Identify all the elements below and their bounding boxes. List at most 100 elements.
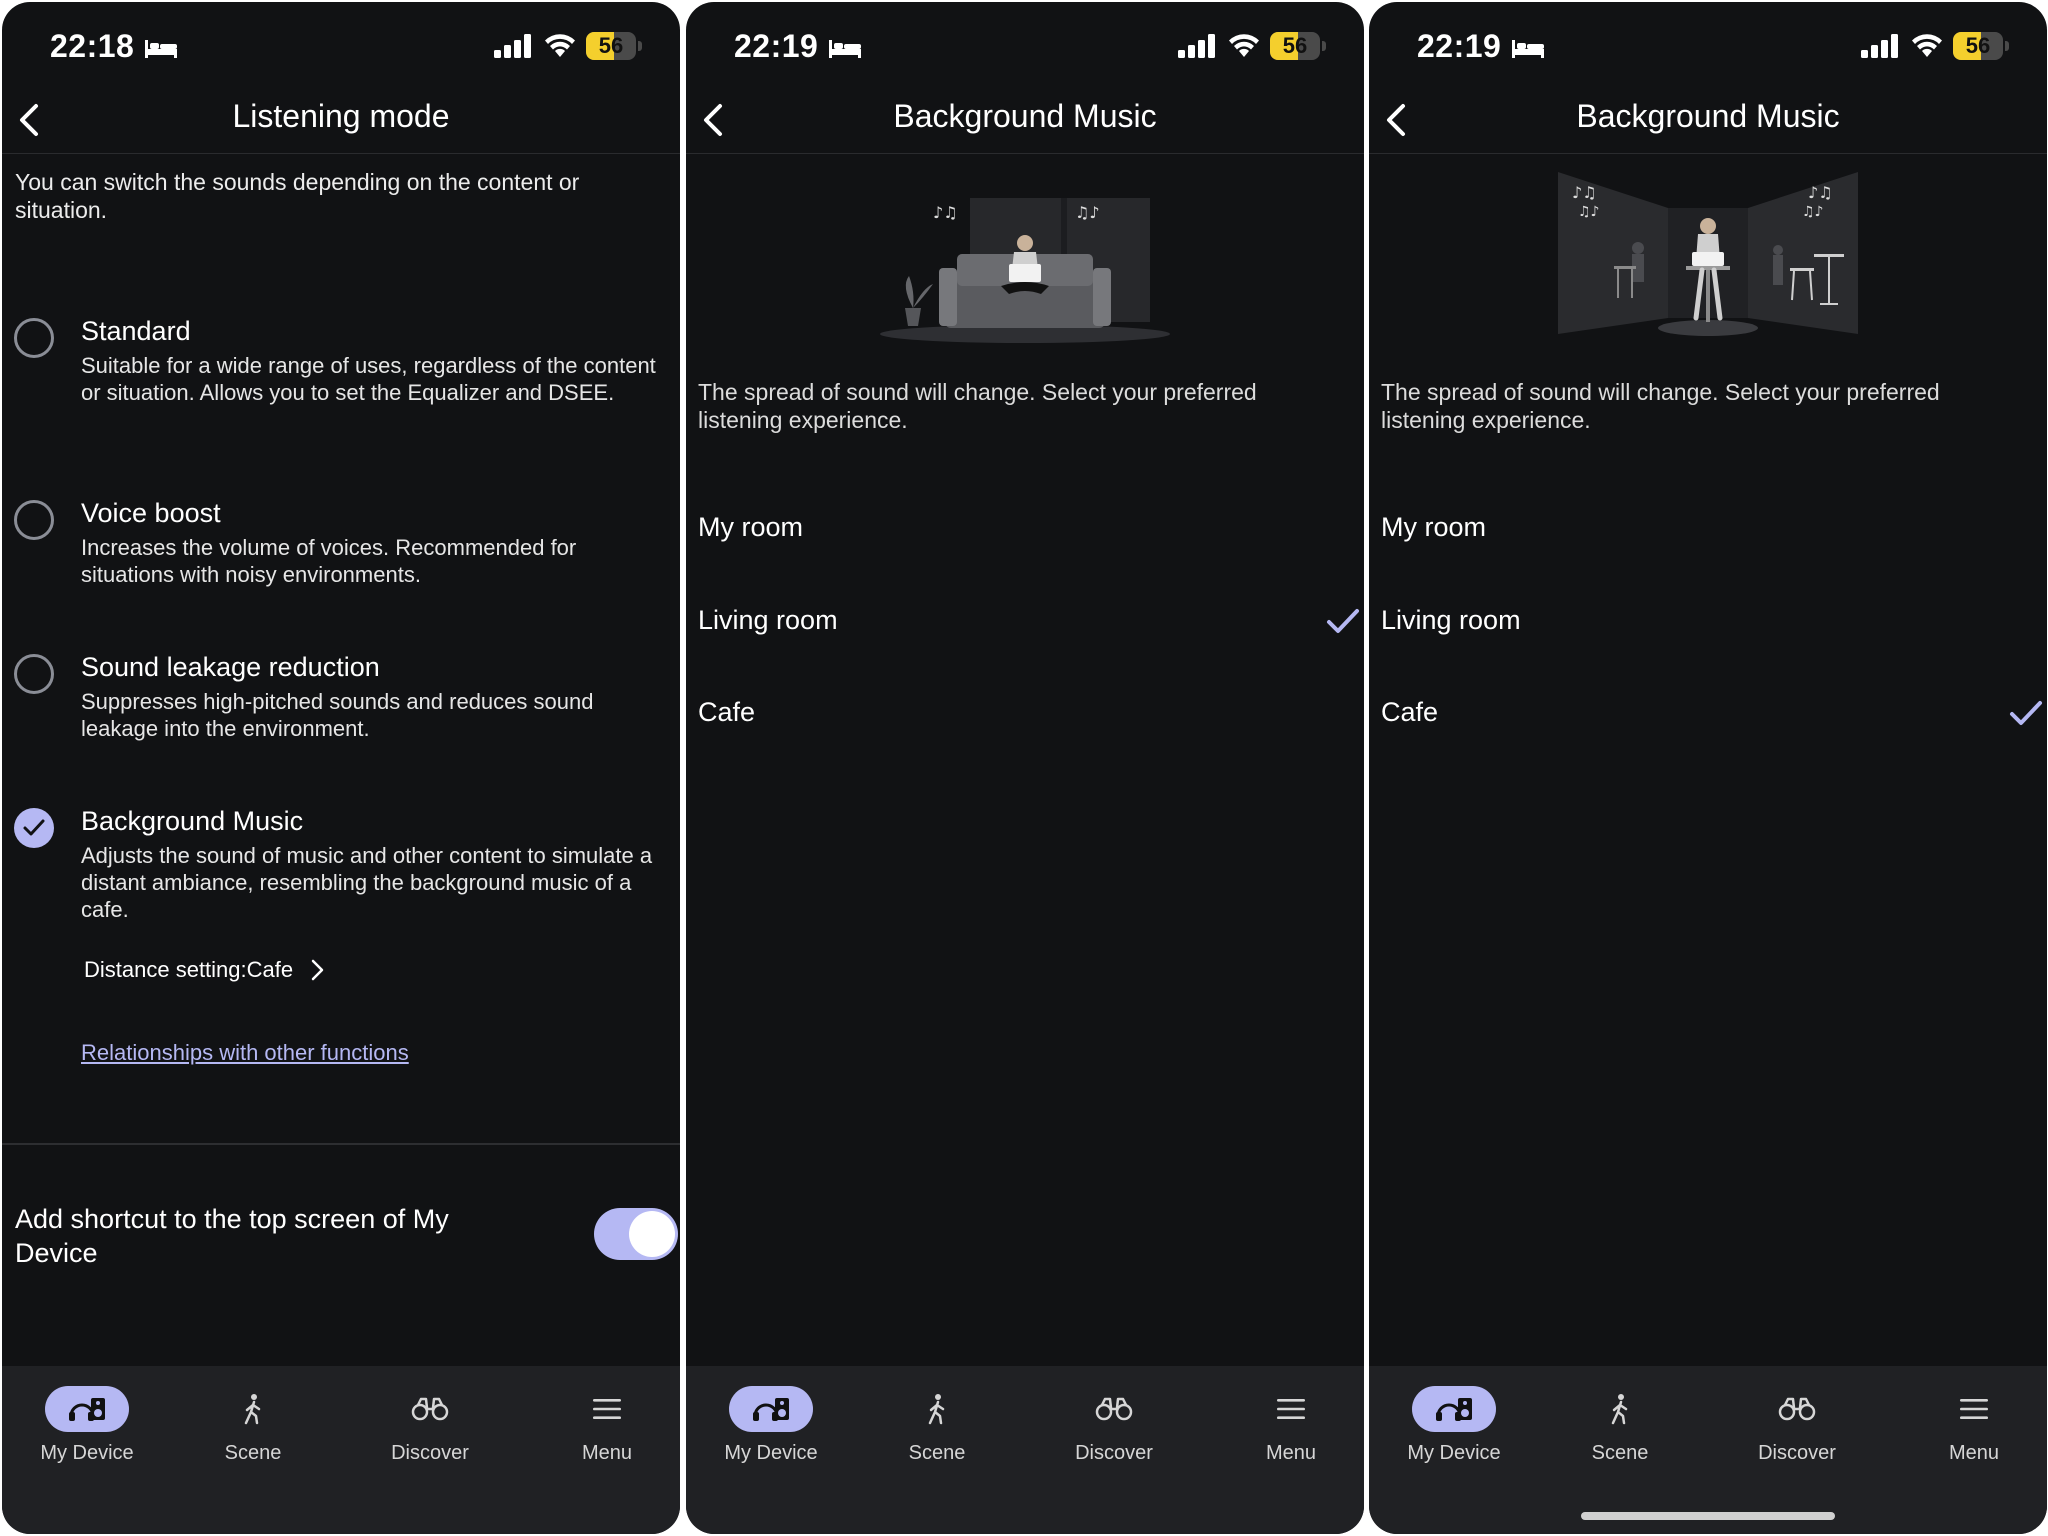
living-room-illustration: ♪♫ ♫♪: [686, 168, 1364, 354]
option-title: Sound leakage reduction: [81, 652, 380, 682]
section-divider: [2, 1143, 680, 1145]
room-option-living-room[interactable]: Living room: [1369, 593, 2047, 653]
nav-label: Scene: [908, 1442, 966, 1464]
radio-background-music[interactable]: [14, 808, 54, 848]
room-option-cafe[interactable]: Cafe: [1369, 685, 2047, 745]
selected-check-icon: [2010, 701, 2042, 725]
sleep-bed-icon: [829, 40, 861, 58]
option-title: Voice boost: [81, 498, 221, 528]
nav-item-discover[interactable]: Discover: [1029, 1386, 1199, 1465]
radio-voice-boost[interactable]: [14, 500, 54, 540]
option-description: Suitable for a wide range of uses, regar…: [81, 353, 656, 405]
room-option-cafe[interactable]: Cafe: [686, 685, 1364, 745]
headphones-speaker-icon: [45, 1386, 129, 1432]
nav-item-menu[interactable]: Menu: [1206, 1386, 1364, 1465]
room-label: My room: [1381, 512, 1487, 542]
radio-standard[interactable]: [14, 318, 54, 358]
status-bar: 22:19 56: [686, 2, 1364, 88]
nav-item-menu[interactable]: Menu: [522, 1386, 680, 1465]
nav-item-menu[interactable]: Menu: [1889, 1386, 2047, 1465]
toggle-knob: [629, 1211, 675, 1257]
person-on-sofa-illustration: ♪♫ ♫♪: [880, 198, 1170, 343]
page-title: Background Music: [1576, 98, 1840, 134]
headphones-speaker-icon: [729, 1386, 813, 1432]
distance-setting-link[interactable]: Distance setting:Cafe: [84, 957, 325, 983]
headphones-speaker-icon: [1412, 1386, 1496, 1432]
option-description: Increases the volume of voices. Recommen…: [81, 535, 577, 587]
nav-item-my-device[interactable]: My Device: [1369, 1386, 1539, 1465]
listening-mode-screen: 22:18 56 Listening mode You can switch t…: [2, 2, 680, 1534]
room-label: Cafe: [1381, 697, 1439, 727]
sleep-bed-icon: [145, 40, 177, 58]
nav-label: My Device: [40, 1442, 134, 1464]
nav-item-discover[interactable]: Discover: [1712, 1386, 1882, 1465]
battery-level: 56: [1965, 33, 1991, 58]
wifi-icon: [545, 34, 575, 57]
screen-header: Listening mode: [2, 88, 680, 154]
shortcut-label: Add shortcut to the top screen of My Dev…: [15, 1204, 449, 1268]
shortcut-toggle[interactable]: [594, 1208, 678, 1260]
room-label: Cafe: [698, 697, 756, 727]
spread-description: The spread of sound will change. Select …: [1381, 379, 1940, 433]
chevron-right-icon: [311, 959, 324, 981]
hamburger-menu-icon: [1249, 1386, 1333, 1432]
nav-item-discover[interactable]: Discover: [345, 1386, 515, 1465]
page-title: Listening mode: [232, 98, 450, 134]
nav-item-scene[interactable]: Scene: [168, 1386, 338, 1465]
nav-label: Menu: [1265, 1442, 1317, 1464]
selected-check-icon: [1327, 609, 1359, 633]
option-description: Adjusts the sound of music and other con…: [81, 843, 653, 922]
status-time: 22:19: [734, 28, 819, 64]
nav-item-scene[interactable]: Scene: [1535, 1386, 1705, 1465]
sleep-bed-icon: [1512, 40, 1544, 58]
background-music-cafe-screen: 22:19 56 Background Music ♪♫ ♫♪ ♪♫ ♫♪ Th…: [1369, 2, 2047, 1534]
walking-person-icon: [1578, 1386, 1662, 1432]
walking-person-icon: [895, 1386, 979, 1432]
nav-item-my-device[interactable]: My Device: [2, 1386, 172, 1465]
spread-description: The spread of sound will change. Select …: [698, 379, 1257, 433]
nav-item-scene[interactable]: Scene: [852, 1386, 1022, 1465]
svg-text:♪♫: ♪♫: [933, 203, 958, 222]
room-label: Living room: [698, 605, 838, 635]
status-bar: 22:18 56: [2, 2, 680, 88]
nav-label: Discover: [1758, 1442, 1836, 1464]
svg-text:♫♪: ♫♪: [1075, 203, 1100, 222]
battery-level: 56: [1282, 33, 1308, 58]
room-option-my-room[interactable]: My room: [1369, 500, 2047, 560]
svg-text:♪♫: ♪♫: [1572, 183, 1597, 202]
radio-sound-leakage-reduction[interactable]: [14, 654, 54, 694]
binoculars-icon: [388, 1386, 472, 1432]
svg-text:♫♪: ♫♪: [1802, 204, 1824, 220]
option-description: Suppresses high-pitched sounds and reduc…: [81, 689, 594, 741]
nav-label: Scene: [1591, 1442, 1649, 1464]
battery-level: 56: [598, 33, 624, 58]
bottom-navigation: My Device Scene Discover Menu: [1369, 1366, 2047, 1534]
cafe-scene-illustration: ♪♫ ♫♪ ♪♫ ♫♪: [1558, 172, 1858, 336]
cellular-signal-icon: [494, 34, 531, 58]
svg-text:♪♫: ♪♫: [1808, 183, 1833, 202]
option-title: Standard: [81, 316, 191, 346]
room-label: Living room: [1381, 605, 1521, 635]
home-indicator[interactable]: [1581, 1512, 1835, 1520]
nav-label: My Device: [724, 1442, 818, 1464]
room-option-my-room[interactable]: My room: [686, 500, 1364, 560]
screen-header: Background Music: [1369, 88, 2047, 154]
bottom-navigation: My Device Scene Discover Menu: [2, 1366, 680, 1534]
page-title: Background Music: [893, 98, 1157, 134]
room-option-living-room[interactable]: Living room: [686, 593, 1364, 653]
status-time: 22:19: [1417, 28, 1502, 64]
wifi-icon: [1912, 34, 1942, 57]
bottom-navigation: My Device Scene Discover Menu: [686, 1366, 1364, 1534]
nav-label: Discover: [391, 1442, 469, 1464]
intro-text: You can switch the sounds depending on t…: [15, 169, 580, 223]
hamburger-menu-icon: [565, 1386, 649, 1432]
hamburger-menu-icon: [1932, 1386, 2016, 1432]
walking-person-icon: [211, 1386, 295, 1432]
relationships-link[interactable]: Relationships with other functions: [81, 1040, 409, 1066]
nav-item-my-device[interactable]: My Device: [686, 1386, 856, 1465]
distance-setting-label: Distance setting:Cafe: [84, 957, 294, 982]
battery-indicator: 56: [586, 32, 642, 60]
screen-header: Background Music: [686, 88, 1364, 154]
nav-label: Menu: [581, 1442, 633, 1464]
nav-label: Menu: [1948, 1442, 2000, 1464]
